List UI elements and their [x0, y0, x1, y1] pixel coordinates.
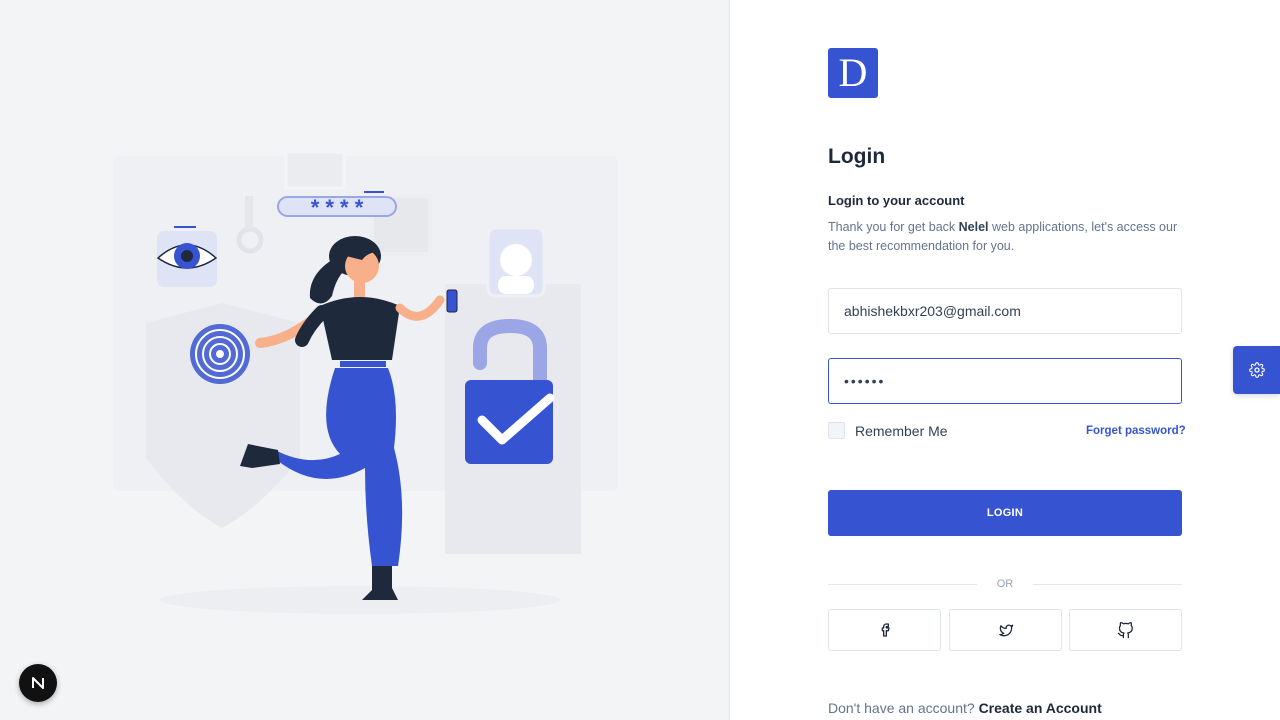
description-prefix: Thank you for get back: [828, 220, 959, 234]
github-icon: [1117, 621, 1133, 638]
dev-tools-badge[interactable]: [19, 664, 57, 702]
facebook-icon: [881, 623, 890, 637]
signup-prompt: Don't have an account?: [828, 700, 975, 716]
password-field[interactable]: ••••••: [828, 358, 1182, 404]
page-title: Login: [828, 145, 886, 168]
forgot-password-link[interactable]: Forget password?: [1086, 425, 1186, 437]
email-field[interactable]: abhishekbxr203@gmail.com: [828, 288, 1182, 334]
email-value: abhishekbxr203@gmail.com: [844, 303, 1021, 319]
password-stars: * * * *: [311, 195, 364, 220]
divider-line: [1033, 583, 1182, 585]
github-login-button[interactable]: [1069, 609, 1182, 651]
settings-button[interactable]: [1233, 346, 1280, 394]
description-brand: Nelel: [958, 220, 989, 234]
login-subtitle: Login to your account: [828, 193, 965, 208]
brand-logo: D: [828, 48, 878, 98]
remember-me-checkbox[interactable]: [828, 422, 845, 439]
signup-row: Don't have an account? Create an Account: [828, 700, 1102, 716]
divider-line: [828, 583, 977, 585]
next-logo-icon: [32, 677, 44, 689]
login-description: Thank you for get back Nelel web applica…: [828, 218, 1183, 256]
twitter-icon: [999, 624, 1014, 636]
twitter-login-button[interactable]: [949, 609, 1062, 651]
login-button[interactable]: LOGIN: [828, 490, 1182, 536]
gear-icon: [1248, 362, 1265, 378]
password-value: ••••••: [844, 373, 886, 389]
facebook-login-button[interactable]: [828, 609, 941, 651]
illustration-panel: * * * *: [0, 0, 730, 720]
remember-me[interactable]: Remember Me: [828, 422, 948, 439]
or-divider: OR: [828, 575, 1182, 593]
create-account-link[interactable]: Create an Account: [979, 700, 1102, 716]
login-illustration: * * * *: [113, 150, 618, 614]
or-label: OR: [996, 578, 1014, 590]
remember-me-label: Remember Me: [855, 422, 948, 439]
